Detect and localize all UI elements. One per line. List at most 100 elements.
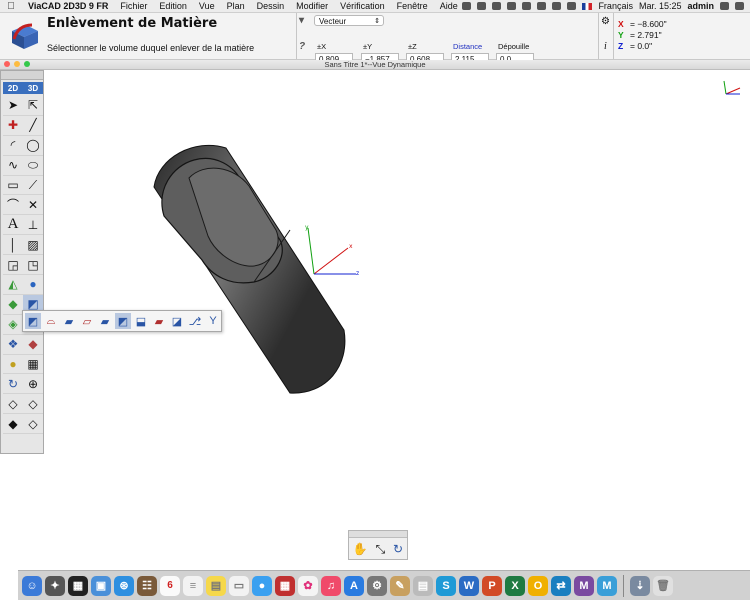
sphere-icon[interactable]: ● xyxy=(23,275,43,295)
groove-icon[interactable]: ▱ xyxy=(79,313,95,329)
mission-control-icon[interactable]: ▦ xyxy=(68,575,88,596)
menu-dessin[interactable]: Dessin xyxy=(251,1,291,11)
mode-select[interactable]: Vecteur ⇕ xyxy=(314,15,384,26)
menu-vue[interactable]: Vue xyxy=(193,1,221,11)
select-hollow-arrow-icon[interactable]: ⇱ xyxy=(23,96,43,116)
arch-cut-icon[interactable]: ⌓ xyxy=(43,313,59,329)
ellipse-icon[interactable]: ⬭ xyxy=(23,156,43,176)
dropbox-icon[interactable] xyxy=(462,2,472,10)
mode-3d[interactable]: 3D xyxy=(28,84,38,93)
preview-icon[interactable]: ▣ xyxy=(91,575,111,596)
zoom-icon[interactable]: ⊕ xyxy=(23,374,43,395)
messages-icon[interactable]: ● xyxy=(252,575,272,596)
arc-icon[interactable]: ◜ xyxy=(3,136,23,156)
zoom-window-icon[interactable]: ⤡ xyxy=(376,542,386,557)
clock[interactable]: Mar. 15:25 xyxy=(639,1,682,11)
apple-menu-icon[interactable]:  xyxy=(0,1,22,12)
battery-icon[interactable] xyxy=(567,2,577,10)
drill-icon[interactable]: ▰ xyxy=(151,313,167,329)
select-arrow-icon[interactable]: ➤ xyxy=(3,96,23,116)
excel-icon[interactable]: X xyxy=(505,575,525,596)
skype-icon[interactable]: S xyxy=(436,575,456,596)
gear-icon[interactable]: ⚙ xyxy=(601,16,610,27)
hatch-icon[interactable]: ▨ xyxy=(23,235,43,256)
cylinder-model[interactable] xyxy=(153,144,346,394)
user-name[interactable]: admin xyxy=(687,1,714,11)
menu-aide[interactable]: Aide xyxy=(434,1,464,11)
menu-verification[interactable]: Vérification xyxy=(334,1,391,11)
search-icon[interactable] xyxy=(720,2,729,10)
hidden-line-cube-icon[interactable]: ◇ xyxy=(23,414,43,435)
powerpoint-icon[interactable]: P xyxy=(482,575,502,596)
menu-fichier[interactable]: Fichier xyxy=(114,1,153,11)
word-icon[interactable]: W xyxy=(459,575,479,596)
wireframe-cube-alt-icon[interactable]: ◇ xyxy=(23,394,43,415)
mode-2d[interactable]: 2D xyxy=(8,84,18,93)
extrude-icon[interactable]: ◆ xyxy=(3,295,23,315)
box-icon[interactable] xyxy=(477,2,487,10)
finder-icon[interactable]: ☺ xyxy=(22,575,42,596)
photos-icon[interactable]: ✿ xyxy=(298,575,318,596)
app-menu[interactable]: ViaCAD 2D3D 9 FR xyxy=(22,1,114,11)
notes-icon[interactable]: ▤ xyxy=(206,575,226,596)
mode-switch[interactable]: 2D 3D xyxy=(3,82,43,94)
render-icon[interactable]: ● xyxy=(3,355,23,375)
boolean-icon[interactable]: ❖ xyxy=(3,335,23,355)
shell-icon[interactable]: ◈ xyxy=(3,315,23,335)
volume-icon[interactable] xyxy=(552,2,562,10)
zoom-window-button[interactable] xyxy=(24,61,30,67)
shaded-cube-icon[interactable]: ◆ xyxy=(3,414,23,435)
menu-edition[interactable]: Edition xyxy=(153,1,193,11)
script-editor-icon[interactable]: ✎ xyxy=(390,575,410,596)
menu-modifier[interactable]: Modifier xyxy=(290,1,334,11)
viacad-alt-icon[interactable]: M xyxy=(597,575,617,596)
rectangle-icon[interactable]: ▭ xyxy=(3,176,23,196)
split-icon[interactable]: ◪ xyxy=(169,313,185,329)
text-icon[interactable]: A xyxy=(3,215,23,236)
pocket-icon[interactable]: ◩ xyxy=(115,313,131,329)
layers-icon[interactable]: ▦ xyxy=(23,355,43,375)
tray-icon[interactable] xyxy=(492,2,502,10)
menu-plan[interactable]: Plan xyxy=(221,1,251,11)
y-branch-icon[interactable]: Y xyxy=(205,313,221,329)
menu-fenetre[interactable]: Fenêtre xyxy=(391,1,434,11)
scale-icon[interactable]: ◳ xyxy=(23,255,43,276)
launchpad-icon[interactable]: ✦ xyxy=(45,575,65,596)
app-store-icon[interactable]: A xyxy=(344,575,364,596)
trim-icon[interactable]: ✕ xyxy=(23,195,43,216)
info-icon[interactable]: i xyxy=(604,41,607,52)
rotate-view-icon[interactable]: ↻ xyxy=(3,374,23,395)
outlook-icon[interactable]: O xyxy=(528,575,548,596)
pipe-icon[interactable]: ⎇ xyxy=(187,313,203,329)
safari-icon[interactable]: ⊛ xyxy=(114,575,134,596)
trash-icon[interactable]: 🗑 xyxy=(653,575,673,596)
surface-icon[interactable]: ◭ xyxy=(3,275,23,295)
teamviewer-icon[interactable]: ⇄ xyxy=(551,575,571,596)
fillet-icon[interactable]: ⌒ xyxy=(3,195,23,216)
dimension-icon[interactable]: ⊥ xyxy=(23,215,43,236)
document-icon[interactable]: ▤ xyxy=(413,575,433,596)
calendar-icon[interactable]: 6 xyxy=(160,575,180,596)
rib-icon[interactable]: ▰ xyxy=(97,313,113,329)
photo-booth-icon[interactable]: ▦ xyxy=(275,575,295,596)
reminders-icon[interactable]: ≡ xyxy=(183,575,203,596)
curve-icon[interactable]: ∿ xyxy=(3,156,23,176)
transform-icon[interactable]: ◲ xyxy=(3,255,23,276)
viacad-icon[interactable]: M xyxy=(574,575,594,596)
point-icon[interactable]: ✚ xyxy=(3,116,23,136)
remove-material-flyout-icon[interactable]: ◩ xyxy=(25,313,41,329)
time-machine-icon[interactable] xyxy=(507,2,517,10)
pan-hand-icon[interactable]: ✋ xyxy=(353,542,368,556)
downloads-folder-icon[interactable]: ⇣ xyxy=(630,575,650,596)
solid-edit-icon[interactable]: ◆ xyxy=(23,335,43,355)
bluetooth-icon[interactable] xyxy=(522,2,532,10)
wifi-icon[interactable] xyxy=(537,2,547,10)
dropdown-arrow-icon[interactable]: ▾ xyxy=(299,15,304,26)
contacts-icon[interactable]: ☷ xyxy=(137,575,157,596)
itunes-icon[interactable]: ♫ xyxy=(321,575,341,596)
emboss-icon[interactable]: ⬓ xyxy=(133,313,149,329)
circle-icon[interactable]: ◯ xyxy=(23,136,43,156)
input-source[interactable]: Français xyxy=(598,1,633,11)
wireframe-cube-icon[interactable]: ◇ xyxy=(3,394,23,415)
polyline-icon[interactable]: ⟋ xyxy=(23,176,43,196)
